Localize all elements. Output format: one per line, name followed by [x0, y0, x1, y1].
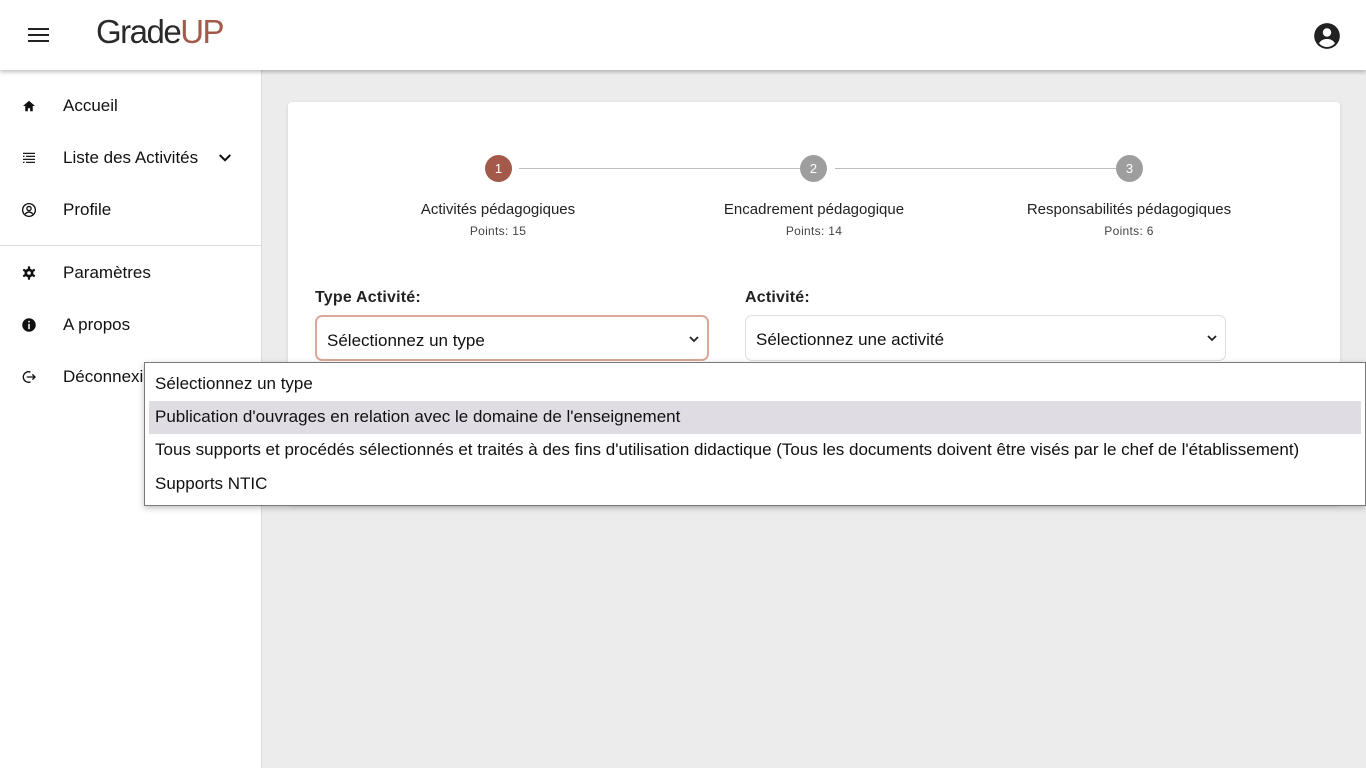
step-1-points: Points: 15 [469, 224, 527, 238]
menu-icon[interactable] [22, 22, 56, 48]
dropdown-option[interactable]: Tous supports et procédés sélectionnés e… [149, 434, 1361, 467]
step-2-circle[interactable]: 2 [800, 155, 827, 182]
stepper-connector [519, 168, 801, 169]
step-2-title: Encadrement pédagogique [723, 201, 905, 218]
app-logo[interactable]: GradeUP [96, 13, 225, 51]
account-circle-icon[interactable] [1313, 22, 1341, 50]
list-icon [23, 152, 35, 163]
home-icon [23, 100, 35, 112]
type-activite-select[interactable]: Sélectionnez un type [315, 315, 709, 361]
step-3-circle[interactable]: 3 [1116, 155, 1143, 182]
sidebar-item-a-propos[interactable]: A propos [0, 299, 261, 351]
step-3-points: Points: 6 [1104, 224, 1154, 238]
account-circle-icon [21, 202, 37, 218]
gear-icon [22, 266, 36, 280]
type-activite-label: Type Activité: [315, 289, 421, 306]
sidebar-item-parametres[interactable]: Paramètres [0, 247, 261, 299]
step-3-title: Responsabilités pédagogiques [1026, 201, 1232, 218]
type-activite-dropdown-list: Sélectionnez un type Publication d'ouvra… [144, 362, 1366, 506]
step-1-title: Activités pédagogiques [420, 201, 576, 218]
dropdown-option-highlighted[interactable]: Publication d'ouvrages en relation avec … [149, 401, 1361, 434]
chevron-down-icon[interactable] [216, 149, 234, 167]
step-1-circle[interactable]: 1 [485, 155, 512, 182]
sidebar-item-label: Liste des Activités [63, 148, 199, 167]
sidebar-item-label: Accueil [63, 96, 118, 115]
sidebar-item-profile[interactable]: Profile [0, 184, 261, 236]
logout-icon [22, 371, 36, 383]
top-app-bar: GradeUP [0, 0, 1366, 70]
sidebar-item-label: Paramètres [63, 263, 151, 282]
sidebar-divider [0, 245, 261, 246]
sidebar-item-liste-activites[interactable]: Liste des Activités [0, 132, 261, 184]
info-icon [22, 318, 36, 332]
sidebar-item-label: A propos [63, 315, 131, 334]
chevron-down-icon [689, 336, 699, 343]
logo-main-text: Grade [96, 13, 182, 50]
sidebar-item-label: Profile [63, 200, 112, 219]
chevron-down-icon [1207, 335, 1217, 342]
step-2-points: Points: 14 [785, 224, 843, 238]
type-activite-select-value: Sélectionnez un type [327, 331, 485, 350]
activite-label: Activité: [745, 289, 810, 306]
activite-select[interactable]: Sélectionnez une activité [745, 315, 1226, 361]
stepper-connector [835, 168, 1117, 169]
logo-accent-text: UP [180, 13, 224, 50]
dropdown-option[interactable]: Supports NTIC [149, 468, 1361, 501]
sidebar-item-accueil[interactable]: Accueil [0, 80, 261, 132]
activite-select-value: Sélectionnez une activité [756, 330, 945, 349]
dropdown-option[interactable]: Sélectionnez un type [149, 368, 1361, 401]
